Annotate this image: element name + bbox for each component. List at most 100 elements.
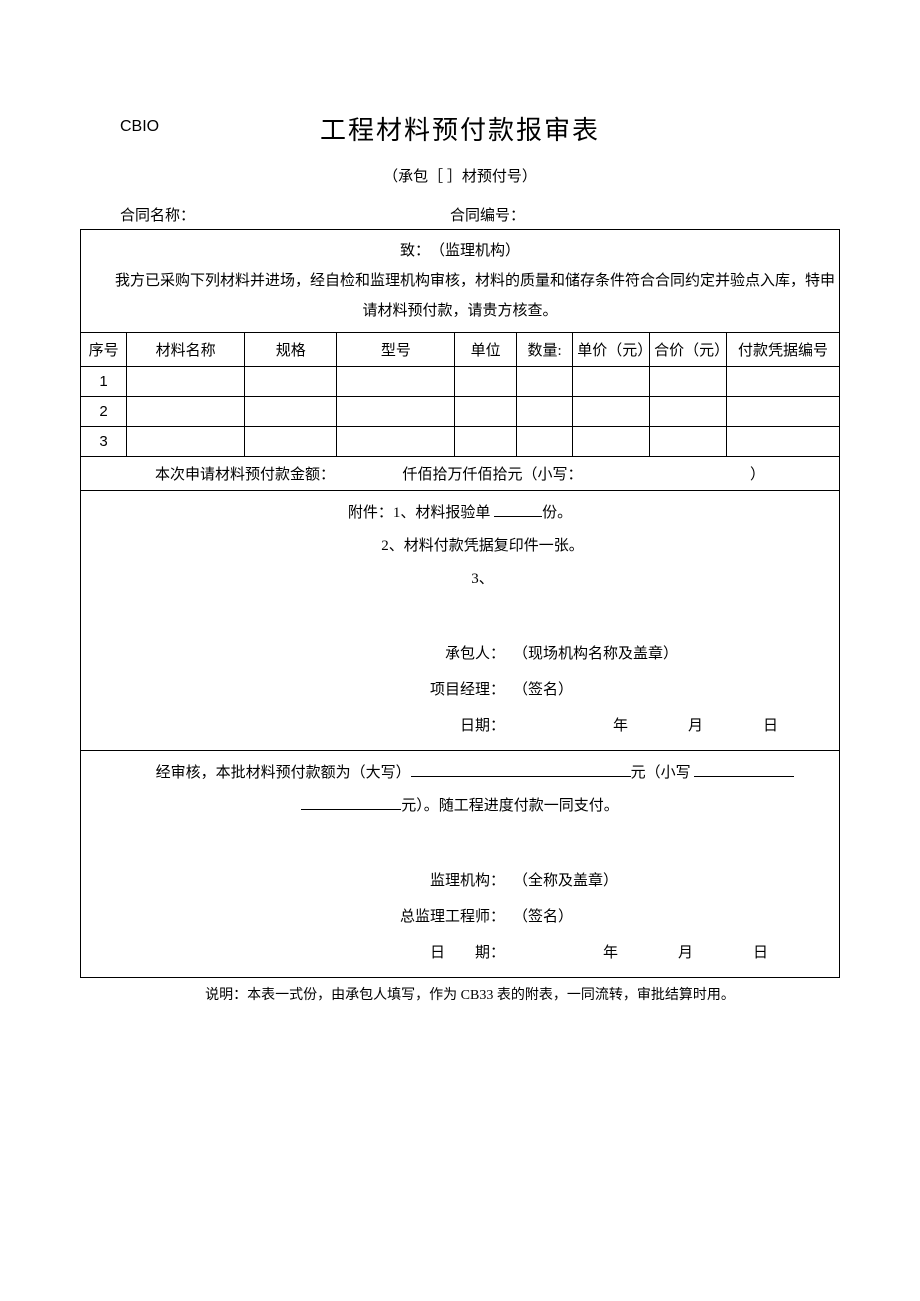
review-pre: 经审核，本批材料预付款额为（大写）	[156, 765, 411, 781]
org-label: 监理机构：	[395, 863, 505, 899]
th-model: 型号	[337, 333, 455, 367]
th-total-price: 合价（元）	[650, 333, 727, 367]
pm-label: 项目经理：	[395, 672, 505, 708]
attach-item1-post: 份。	[542, 505, 572, 521]
cell-spec[interactable]	[245, 397, 337, 427]
header-row: 序号 材料名称 规格 型号 单位 数量: 单价（元） 合价（元） 付款凭据编号	[81, 333, 840, 367]
org-row: 监理机构： （全称及盖章）	[395, 863, 835, 899]
cell-unit[interactable]	[455, 427, 517, 457]
day-2: 日	[753, 945, 768, 961]
cell-model[interactable]	[337, 427, 455, 457]
table-row: 3	[81, 427, 840, 457]
cell-qty[interactable]	[516, 397, 572, 427]
cell-unit-price[interactable]	[573, 427, 650, 457]
table-row: 1	[81, 367, 840, 397]
cell-voucher[interactable]	[727, 427, 840, 457]
table-row: 2	[81, 397, 840, 427]
subtitle: （承包［ ］材预付号）	[80, 165, 840, 186]
cell-voucher[interactable]	[727, 397, 840, 427]
contractor-val: （现场机构名称及盖章）	[505, 636, 678, 672]
day-1: 日	[763, 718, 778, 734]
year-2: 年	[603, 945, 618, 961]
th-voucher: 付款凭据编号	[727, 333, 840, 367]
month-2: 月	[678, 945, 693, 961]
review-blank-num-2[interactable]	[301, 794, 401, 810]
cell-qty[interactable]	[516, 427, 572, 457]
month-1: 月	[688, 718, 703, 734]
cell-qty[interactable]	[516, 367, 572, 397]
th-name: 材料名称	[127, 333, 245, 367]
org-val: （全称及盖章）	[505, 863, 618, 899]
review-mid: 元（小写	[631, 765, 695, 781]
cell-model[interactable]	[337, 397, 455, 427]
cell-spec[interactable]	[245, 367, 337, 397]
intro-cell: 致： （监理机构） 我方已采购下列材料并进场，经自检和监理机构审核，材料的质量和…	[81, 230, 840, 333]
amount-prefix: 本次申请材料预付款金额：	[155, 467, 335, 483]
amount-suffix: ）	[750, 467, 765, 483]
attach-line-2: 2、材料付款凭据复印件一张。	[85, 530, 835, 563]
th-seq: 序号	[81, 333, 127, 367]
cell-total-price[interactable]	[650, 427, 727, 457]
eng-label: 总监理工程师：	[395, 899, 505, 935]
attach-line-3: 3、	[85, 563, 835, 596]
intro-body: 我方已采购下列材料并进场，经自检和监理机构审核，材料的质量和储存条件符合合同约定…	[85, 266, 835, 326]
amount-cn-units: 仟佰拾万仟佰拾元（小写：	[402, 467, 582, 483]
attach-label: 附件：	[348, 505, 393, 521]
contract-line: 合同名称： 合同编号：	[120, 204, 840, 225]
contract-no-label: 合同编号：	[450, 204, 840, 225]
eng-val: （签名）	[505, 899, 573, 935]
doc-code: CBIO	[120, 118, 159, 136]
cell-seq: 3	[81, 427, 127, 457]
cell-unit-price[interactable]	[573, 367, 650, 397]
review-blank-cn[interactable]	[411, 761, 631, 777]
review-text-2: 元）。随工程进度付款一同支付。	[85, 790, 835, 823]
review-cell: 经审核，本批材料预付款额为（大写） 元（小写 元）。随工程进度付款一同支付。 监理…	[81, 751, 840, 978]
main-table: 致： （监理机构） 我方已采购下列材料并进场，经自检和监理机构审核，材料的质量和…	[80, 229, 840, 978]
cell-name[interactable]	[127, 427, 245, 457]
cell-total-price[interactable]	[650, 397, 727, 427]
date-label-1: 日期：	[395, 708, 505, 744]
date-row-2: 日 期： 年 月 日	[395, 935, 835, 971]
review-row: 经审核，本批材料预付款额为（大写） 元（小写 元）。随工程进度付款一同支付。 监理…	[81, 751, 840, 978]
cell-unit[interactable]	[455, 367, 517, 397]
cell-spec[interactable]	[245, 427, 337, 457]
contractor-sig-block: 承包人： （现场机构名称及盖章） 项目经理： （签名） 日期： 年 月 日	[395, 636, 835, 744]
attachments-cell: 附件：1、材料报验单 份。 2、材料付款凭据复印件一张。 3、 承包人： （现场…	[81, 491, 840, 751]
cell-name[interactable]	[127, 367, 245, 397]
supervisor-sig-block: 监理机构： （全称及盖章） 总监理工程师： （签名） 日 期： 年 月 日	[395, 863, 835, 971]
review-text: 经审核，本批材料预付款额为（大写） 元（小写	[85, 757, 835, 790]
review-blank-num[interactable]	[694, 761, 794, 777]
attach-item1-pre: 1、材料报验单	[393, 505, 494, 521]
cell-model[interactable]	[337, 367, 455, 397]
header-area: CBIO 工程材料预付款报审表	[80, 110, 840, 147]
contractor-row: 承包人： （现场机构名称及盖章）	[395, 636, 835, 672]
year-1: 年	[613, 718, 628, 734]
attach-line-1: 附件：1、材料报验单 份。	[85, 497, 835, 530]
pm-row: 项目经理： （签名）	[395, 672, 835, 708]
pm-val: （签名）	[505, 672, 573, 708]
cell-seq: 2	[81, 397, 127, 427]
contract-name-label: 合同名称：	[120, 204, 450, 225]
intro-row: 致： （监理机构） 我方已采购下列材料并进场，经自检和监理机构审核，材料的质量和…	[81, 230, 840, 333]
cell-voucher[interactable]	[727, 367, 840, 397]
date-label-2: 日 期：	[395, 935, 505, 971]
cell-unit[interactable]	[455, 397, 517, 427]
th-unit-price: 单价（元）	[573, 333, 650, 367]
intro-to: 致： （监理机构）	[400, 243, 520, 259]
th-unit: 单位	[455, 333, 517, 367]
th-qty: 数量:	[516, 333, 572, 367]
date-val-1: 年月日	[505, 708, 778, 744]
footer-note: 说明：本表一式份，由承包人填写，作为 CB33 表的附表，一同流转，审批结算时用…	[80, 984, 840, 1004]
amount-cell: 本次申请材料预付款金额： 仟佰拾万仟佰拾元（小写： ）	[81, 457, 840, 491]
amount-row: 本次申请材料预付款金额： 仟佰拾万仟佰拾元（小写： ）	[81, 457, 840, 491]
cell-total-price[interactable]	[650, 367, 727, 397]
contractor-label: 承包人：	[395, 636, 505, 672]
date-row-1: 日期： 年 月 日	[395, 708, 835, 744]
page-title: 工程材料预付款报审表	[80, 110, 840, 147]
cell-name[interactable]	[127, 397, 245, 427]
page: CBIO 工程材料预付款报审表 （承包［ ］材预付号） 合同名称： 合同编号： …	[0, 0, 920, 1301]
cell-unit-price[interactable]	[573, 397, 650, 427]
attach-item1-blank[interactable]	[494, 501, 542, 517]
review-post: 元）。随工程进度付款一同支付。	[401, 798, 619, 814]
th-spec: 规格	[245, 333, 337, 367]
